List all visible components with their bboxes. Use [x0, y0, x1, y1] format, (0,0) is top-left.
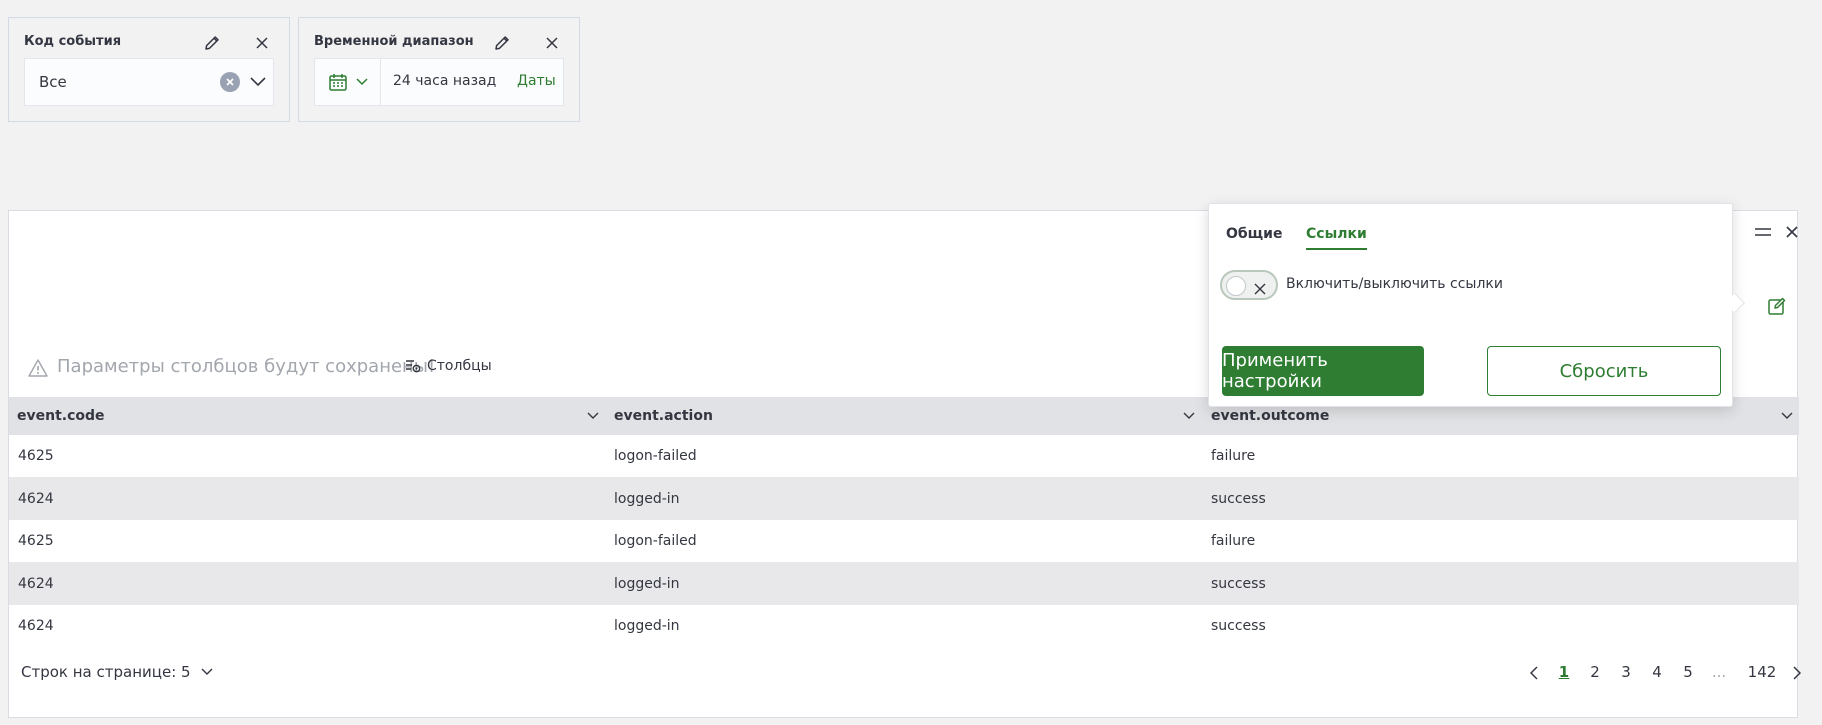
table-row[interactable]: 4624 logged-in success	[9, 605, 1799, 647]
columns-button[interactable]: Столбцы	[405, 358, 492, 374]
page-1[interactable]: 1	[1554, 663, 1574, 681]
chevron-down-icon[interactable]	[1181, 409, 1197, 423]
tab-links[interactable]: Ссылки	[1306, 226, 1367, 250]
chevron-down-icon[interactable]	[1779, 409, 1795, 423]
rows-per-page-label: Строк на странице: 5	[21, 663, 191, 681]
pencil-icon[interactable]	[199, 32, 225, 54]
cell-event-action: logon-failed	[614, 448, 697, 464]
cell-event-outcome: success	[1211, 618, 1266, 634]
page-4[interactable]: 4	[1647, 663, 1667, 681]
cell-event-action: logon-failed	[614, 533, 697, 549]
time-range-filter: Временной диапазон 24 часа назад Даты	[298, 17, 580, 122]
table-row[interactable]: 4624 logged-in success	[9, 562, 1799, 605]
cell-event-code: 4624	[18, 575, 54, 592]
cell-event-action: logged-in	[614, 618, 680, 634]
column-header[interactable]: event.code	[17, 397, 597, 435]
page-last[interactable]: 142	[1742, 663, 1782, 681]
time-range-picker: 24 часа назад Даты	[314, 58, 564, 106]
event-code-filter-title: Код события	[24, 34, 122, 49]
close-icon[interactable]	[249, 32, 275, 54]
cell-event-code: 4625	[18, 448, 54, 464]
reset-button[interactable]: Сбросить	[1487, 346, 1721, 396]
settings-popover: Общие Ссылки Включить/выключить ссылки П…	[1208, 203, 1745, 407]
column-header[interactable]: event.action	[614, 397, 1194, 435]
time-range-value[interactable]: 24 часа назад	[393, 73, 496, 89]
page-ellipsis: ...	[1711, 663, 1727, 681]
chevron-left-icon[interactable]	[1524, 662, 1544, 684]
page-2[interactable]: 2	[1585, 663, 1605, 681]
chevron-down-icon	[201, 668, 213, 676]
chevron-right-icon[interactable]	[1787, 662, 1807, 684]
event-code-select[interactable]: Все	[24, 58, 274, 106]
calendar-icon	[328, 72, 348, 92]
column-settings-warning: Параметры столбцов будут сохранены!	[57, 356, 436, 377]
column-header-label: event.outcome	[1211, 408, 1330, 424]
cell-event-code: 4625	[18, 533, 54, 549]
columns-icon	[405, 359, 421, 373]
edit-icon[interactable]	[1764, 293, 1790, 319]
toggle-knob	[1226, 276, 1246, 296]
cell-event-code: 4624	[18, 618, 54, 634]
cell-event-code: 4624	[18, 490, 54, 507]
rows-per-page-select[interactable]: Строк на странице: 5	[21, 663, 213, 681]
time-range-filter-title: Временной диапазон	[314, 34, 474, 49]
page-3[interactable]: 3	[1616, 663, 1636, 681]
chevron-down-icon[interactable]	[585, 409, 601, 423]
pencil-icon[interactable]	[489, 32, 515, 54]
chevron-down-icon[interactable]	[247, 71, 269, 93]
event-code-value: Все	[39, 73, 67, 91]
apply-settings-button[interactable]: Применить настройки	[1222, 346, 1424, 396]
event-code-filter: Код события Все	[8, 17, 290, 122]
links-toggle-label: Включить/выключить ссылки	[1286, 276, 1503, 292]
tab-general[interactable]: Общие	[1226, 226, 1282, 248]
menu-icon[interactable]	[1751, 221, 1775, 243]
clear-icon[interactable]	[220, 72, 240, 92]
cell-event-action: logged-in	[614, 575, 680, 592]
warning-icon	[28, 358, 48, 378]
columns-button-label: Столбцы	[427, 358, 492, 374]
close-icon[interactable]	[539, 32, 565, 54]
page-5[interactable]: 5	[1678, 663, 1698, 681]
column-header-label: event.code	[17, 408, 105, 424]
table-row[interactable]: 4625 logon-failed failure	[9, 520, 1799, 562]
dates-link[interactable]: Даты	[517, 73, 556, 89]
cell-event-outcome: failure	[1211, 533, 1256, 549]
cell-event-action: logged-in	[614, 490, 680, 507]
column-header-label: event.action	[614, 408, 713, 424]
links-toggle[interactable]	[1220, 270, 1278, 300]
date-quick-menu[interactable]	[315, 59, 381, 105]
close-icon	[1254, 280, 1266, 295]
cell-event-outcome: failure	[1211, 448, 1256, 464]
table-row[interactable]: 4625 logon-failed failure	[9, 435, 1799, 477]
cell-event-outcome: success	[1211, 490, 1266, 507]
close-icon[interactable]	[1781, 221, 1803, 243]
cell-event-outcome: success	[1211, 575, 1266, 592]
table-row[interactable]: 4624 logged-in success	[9, 477, 1799, 520]
chevron-down-icon	[355, 78, 368, 86]
